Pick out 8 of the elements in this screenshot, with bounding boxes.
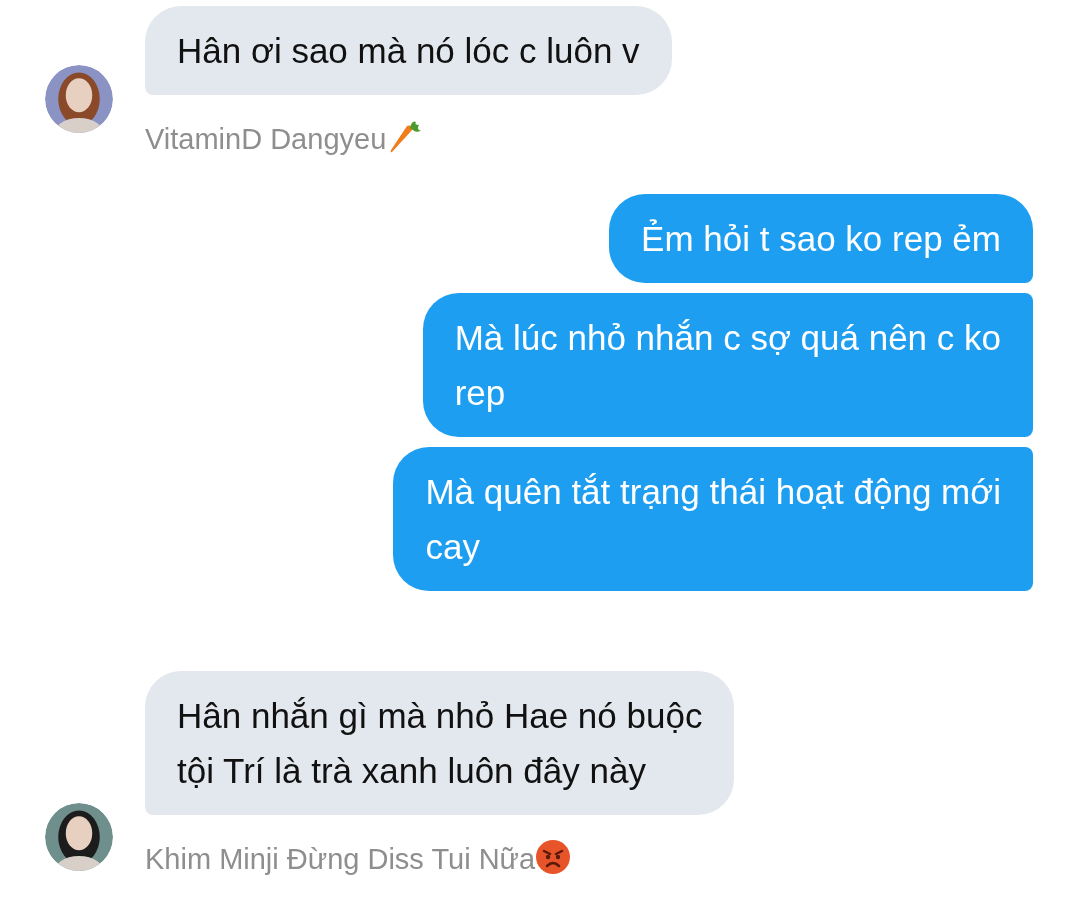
angry-face-icon	[535, 839, 572, 875]
sender-name: Khim Minji Đừng Diss Tui Nữa	[145, 843, 536, 875]
message-bubble: Hân nhắn gì mà nhỏ Hae nó buộc tội Trí là trà xanh luôn đây này	[145, 671, 735, 815]
message-bubble: Ẻm hỏi t sao ko rep ẻm	[609, 194, 1033, 283]
message-bubble: Mà quên tắt trạng thái hoạt động mới cay	[393, 447, 1033, 591]
message-bubble: Hân ơi sao mà nó lóc c luôn v	[145, 6, 672, 95]
message-bubble: Mà lúc nhỏ nhắn c sợ quá nên c ko rep	[422, 293, 1033, 437]
sender-name: VitaminD Dangyeu	[145, 123, 387, 155]
